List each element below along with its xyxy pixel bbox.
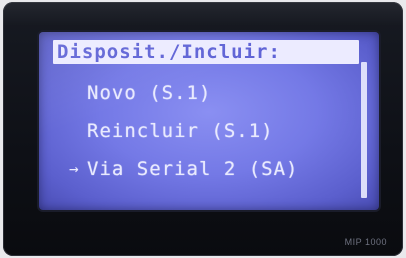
device-frame: Disposit./Incluir: Novo (S.1) Reincluir … (3, 2, 403, 256)
lcd-screen: Disposit./Incluir: Novo (S.1) Reincluir … (39, 32, 379, 210)
menu-item-novo[interactable]: Novo (S.1) (87, 82, 211, 104)
selection-arrow-icon: → (69, 159, 79, 178)
menu-item-via-serial-2[interactable]: Via Serial 2 (SA) (87, 158, 298, 180)
menu-scrollbar[interactable] (361, 62, 367, 198)
menu-item-reincluir[interactable]: Reincluir (S.1) (87, 120, 274, 142)
model-label: MIP 1000 (344, 237, 387, 247)
bezel-highlight (3, 2, 403, 26)
menu-title: Disposit./Incluir: (57, 41, 281, 63)
